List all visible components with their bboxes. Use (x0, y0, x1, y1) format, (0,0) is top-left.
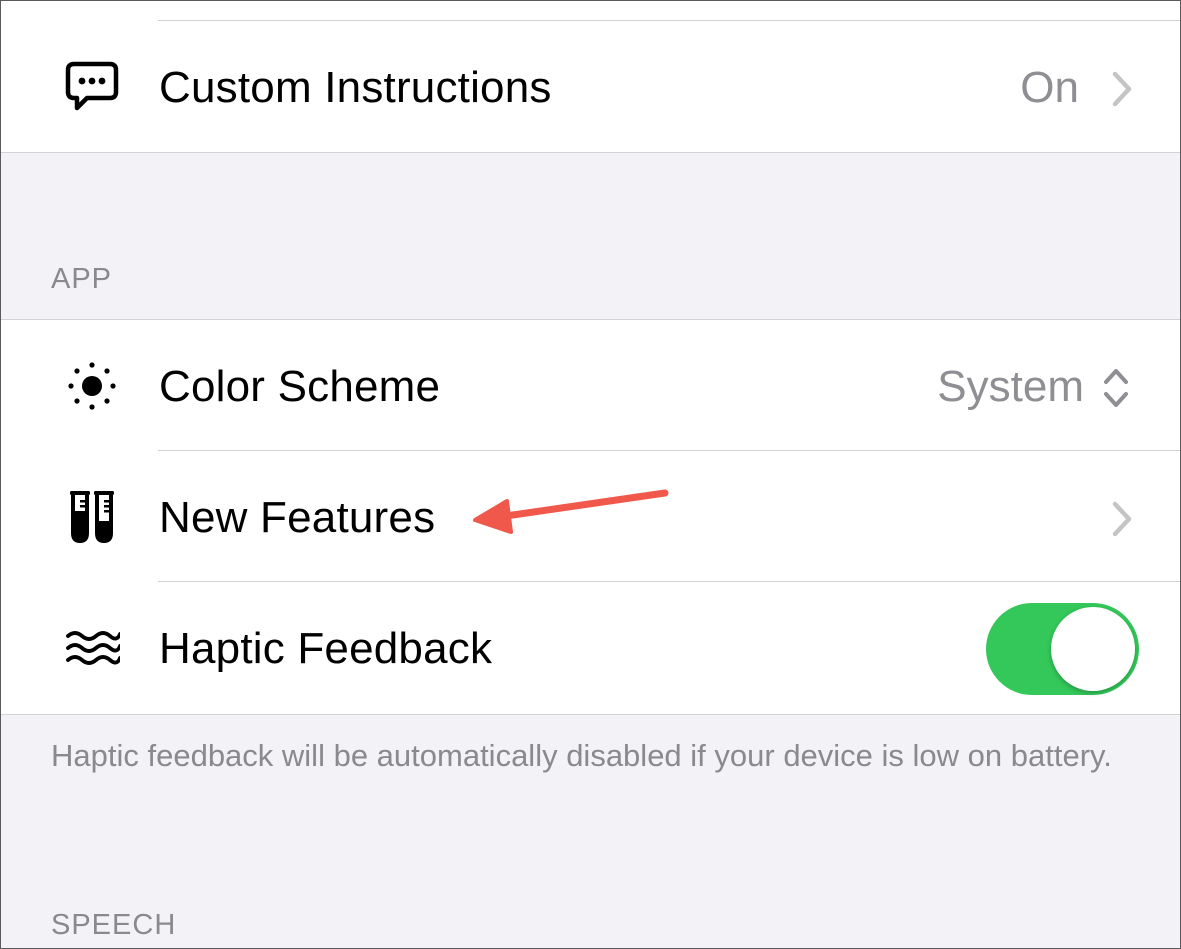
haptic-footer-note: Haptic feedback will be automatically di… (51, 738, 1112, 773)
new-features-label: New Features (159, 493, 436, 542)
haptic-feedback-label: Haptic Feedback (159, 624, 493, 673)
waves-icon (61, 617, 123, 679)
custom-instructions-row[interactable]: Custom Instructions On (1, 21, 1180, 152)
app-section-header: APP (51, 263, 113, 295)
color-scheme-value[interactable]: System (937, 362, 1084, 412)
speech-bubble-icon (61, 56, 123, 118)
custom-instructions-label: Custom Instructions (159, 63, 552, 112)
chevron-right-icon (1112, 71, 1132, 107)
color-scheme-label: Color Scheme (159, 362, 441, 411)
haptic-feedback-toggle[interactable] (986, 603, 1139, 695)
sun-icon (61, 355, 123, 417)
chevron-up-down-icon (1104, 369, 1128, 407)
chevron-right-icon (1112, 501, 1132, 537)
speech-section-header: SPEECH (51, 909, 177, 941)
color-scheme-row[interactable]: Color Scheme System (1, 320, 1180, 451)
test-tubes-icon (61, 486, 123, 548)
settings-screen: Custom Instructions On APP Color Scheme … (0, 0, 1181, 949)
account-settings-group: Custom Instructions On (1, 1, 1180, 153)
custom-instructions-value: On (1020, 63, 1079, 112)
new-features-row[interactable]: New Features (1, 451, 1180, 582)
toggle-knob (1051, 607, 1135, 691)
